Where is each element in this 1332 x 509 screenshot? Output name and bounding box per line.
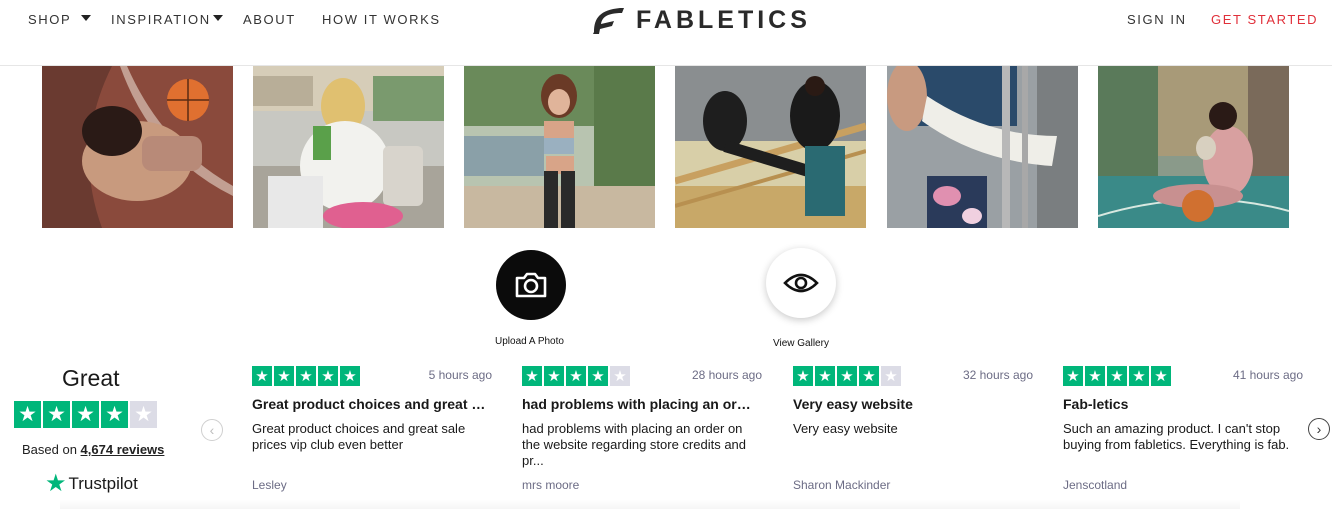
inspiration-chevron-down-icon[interactable]: [213, 15, 223, 21]
star-icon: ★: [815, 366, 835, 386]
review-stars: ★ ★ ★ ★ ★: [1063, 366, 1171, 386]
review-card[interactable]: ★ ★ ★ ★ ★ 5 hours ago Great product choi…: [252, 366, 492, 506]
star-empty-icon: ★: [881, 366, 901, 386]
review-stars: ★ ★ ★ ★ ★: [522, 366, 630, 386]
star-empty-icon: ★: [610, 366, 630, 386]
gallery-photo[interactable]: [253, 66, 444, 228]
trustpilot-logo[interactable]: ★ Trustpilot: [45, 472, 138, 496]
review-body: Very easy website: [793, 421, 898, 436]
review-body: Such an amazing product. I can't stop bu…: [1063, 421, 1290, 452]
star-icon: ★: [1085, 366, 1105, 386]
review-time: 28 hours ago: [691, 368, 762, 382]
trustpilot-star-icon: ★: [45, 470, 67, 497]
chevron-left-icon: ‹: [209, 422, 215, 438]
review-title[interactable]: had problems with placing an or…: [522, 396, 751, 412]
star-icon: ★: [522, 366, 542, 386]
trustpilot-overall-stars: ★ ★ ★ ★ ★: [14, 401, 157, 428]
star-icon: ★: [859, 366, 879, 386]
reviews-count-link[interactable]: 4,674 reviews: [81, 442, 165, 457]
view-gallery-button[interactable]: [766, 248, 836, 318]
star-icon: ★: [1107, 366, 1127, 386]
eye-icon: [783, 273, 819, 293]
fabletics-logo[interactable]: FABLETICS: [590, 2, 811, 38]
nav-shop[interactable]: SHOP: [28, 12, 71, 27]
review-time: 32 hours ago: [962, 368, 1033, 382]
star-icon: ★: [43, 401, 70, 428]
sign-in-link[interactable]: SIGN IN: [1127, 12, 1187, 27]
star-icon: ★: [1151, 366, 1171, 386]
gallery-photo[interactable]: [42, 66, 233, 228]
star-icon: ★: [1129, 366, 1149, 386]
review-author: Lesley: [252, 478, 287, 492]
review-stars: ★ ★ ★ ★ ★: [252, 366, 360, 386]
review-body: had problems with placing an order on th…: [522, 421, 747, 468]
star-icon: ★: [318, 366, 338, 386]
star-icon: ★: [340, 366, 360, 386]
star-icon: ★: [566, 366, 586, 386]
review-time: 41 hours ago: [1232, 368, 1303, 382]
bottom-shadow: [60, 500, 1240, 509]
carousel-next-button[interactable]: ›: [1308, 418, 1330, 440]
review-title[interactable]: Very easy website: [793, 396, 913, 412]
review-body: Great product choices and great sale pri…: [252, 421, 466, 452]
view-gallery-label[interactable]: View Gallery: [773, 338, 829, 349]
star-icon: ★: [837, 366, 857, 386]
gallery-photo[interactable]: [464, 66, 655, 228]
review-author: Jenscotland: [1063, 478, 1128, 492]
nav-how-it-works[interactable]: HOW IT WORKS: [322, 12, 441, 27]
star-icon: ★: [252, 366, 272, 386]
review-stars: ★ ★ ★ ★ ★: [793, 366, 901, 386]
review-card[interactable]: ★ ★ ★ ★ ★ 41 hours ago Fab-letics Such a…: [1063, 366, 1303, 506]
get-started-link[interactable]: GET STARTED: [1211, 12, 1318, 27]
review-author: Sharon Mackinder: [793, 478, 891, 492]
star-icon: ★: [72, 401, 99, 428]
trustpilot-brand: Trustpilot: [68, 474, 138, 493]
star-icon: ★: [14, 401, 41, 428]
review-card[interactable]: ★ ★ ★ ★ ★ 28 hours ago had problems with…: [522, 366, 762, 506]
fabletics-mark-icon: [593, 8, 624, 34]
star-icon: ★: [793, 366, 813, 386]
based-on-text: Based on: [22, 442, 81, 457]
star-icon: ★: [296, 366, 316, 386]
review-title[interactable]: Great product choices and great …: [252, 396, 485, 412]
upload-photo-label[interactable]: Upload A Photo: [495, 336, 564, 347]
star-icon: ★: [1063, 366, 1083, 386]
shop-chevron-down-icon[interactable]: [81, 15, 91, 21]
carousel-prev-button[interactable]: ‹: [201, 419, 223, 441]
star-empty-icon: ★: [130, 401, 157, 428]
star-icon: ★: [544, 366, 564, 386]
star-icon: ★: [101, 401, 128, 428]
gallery-photo[interactable]: [675, 66, 866, 228]
star-icon: ★: [274, 366, 294, 386]
upload-photo-button[interactable]: [496, 250, 566, 320]
brand-name: FABLETICS: [636, 5, 811, 34]
site-header: SHOP INSPIRATION ABOUT HOW IT WORKS FABL…: [0, 0, 1332, 66]
star-icon: ★: [588, 366, 608, 386]
review-title[interactable]: Fab-letics: [1063, 396, 1128, 412]
chevron-right-icon: ›: [1316, 421, 1322, 437]
review-author: mrs moore: [522, 478, 580, 492]
review-time: 5 hours ago: [428, 368, 492, 382]
gallery-photo[interactable]: [887, 66, 1078, 228]
trustpilot-rating-text: Great: [62, 365, 120, 391]
nav-about[interactable]: ABOUT: [243, 12, 296, 27]
review-card[interactable]: ★ ★ ★ ★ ★ 32 hours ago Very easy website…: [793, 366, 1033, 506]
trustpilot-based-on: Based on 4,674 reviews: [22, 442, 164, 457]
gallery-photo[interactable]: [1098, 66, 1289, 228]
camera-icon: [515, 272, 547, 298]
nav-inspiration[interactable]: INSPIRATION: [111, 12, 211, 27]
